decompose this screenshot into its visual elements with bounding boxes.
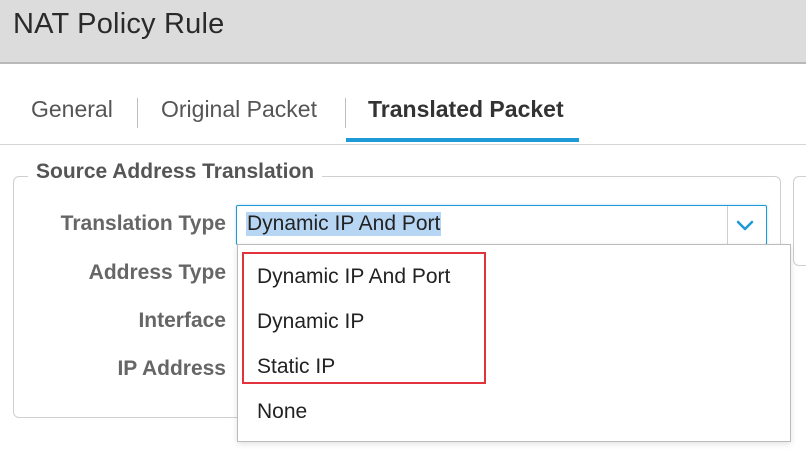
option-none[interactable]: None [257,400,307,424]
active-tab-indicator [346,138,579,142]
annotation-highlight-box [242,252,486,384]
chevron-down-icon[interactable] [732,212,758,238]
tab-translated-packet[interactable]: Translated Packet [368,96,564,123]
dialog-title: NAT Policy Rule [13,8,225,40]
translation-type-select[interactable]: Dynamic IP And Port [236,205,767,245]
ip-address-label: IP Address [117,357,226,380]
translation-type-label: Translation Type [60,212,226,235]
translation-type-value[interactable]: Dynamic IP And Port [246,212,442,236]
address-type-label: Address Type [88,261,226,284]
section-legend: Source Address Translation [28,160,323,184]
tab-separator [137,98,138,128]
tab-general[interactable]: General [31,96,113,123]
select-divider [727,206,728,244]
interface-label: Interface [138,309,226,332]
tab-bar: General Original Packet Translated Packe… [0,64,806,145]
tab-original-packet[interactable]: Original Packet [161,96,317,123]
adjacent-section-edge [793,176,806,266]
title-bar: NAT Policy Rule [0,0,806,64]
tab-separator [345,98,346,128]
